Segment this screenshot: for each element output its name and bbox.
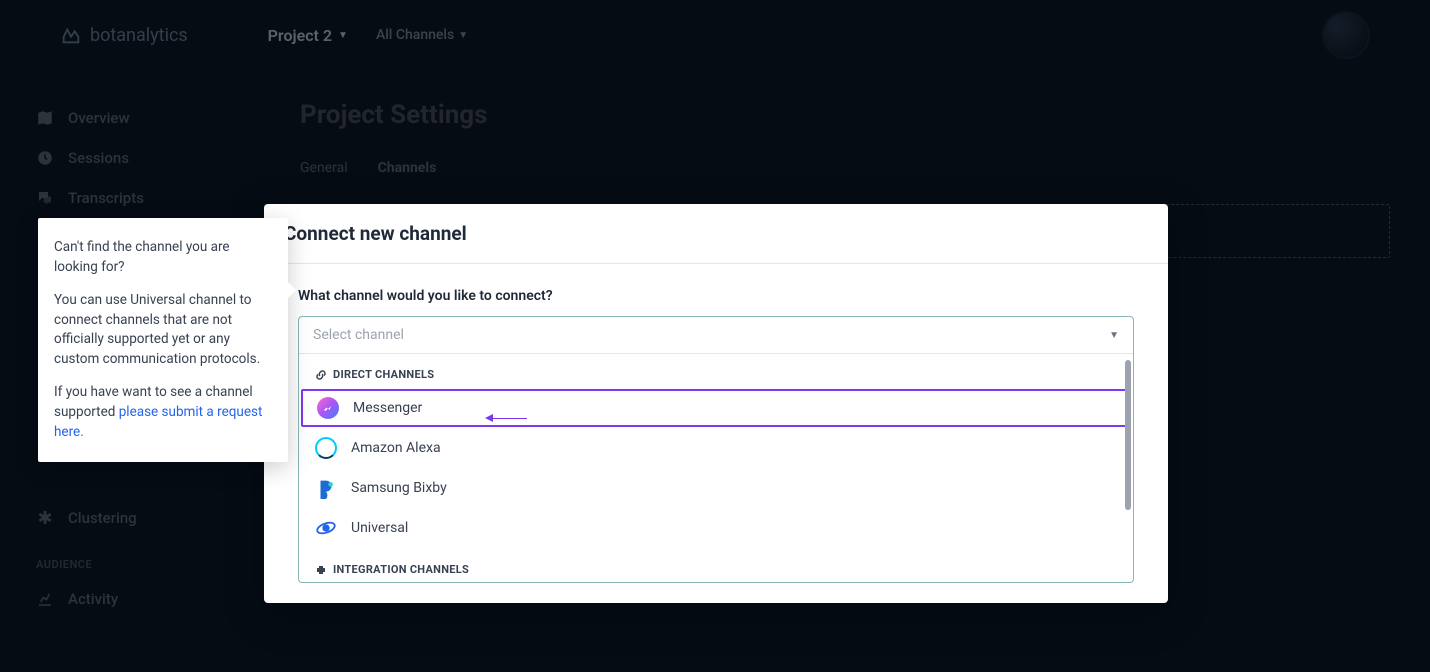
select-placeholder: Select channel (313, 327, 404, 343)
modal-body: What channel would you like to connect? … (264, 264, 1168, 603)
option-bixby[interactable]: Samsung Bixby (299, 469, 1133, 507)
tooltip-p1: Can't find the channel you are looking f… (54, 238, 272, 277)
modal-title: Connect new channel (284, 222, 1148, 245)
select-input[interactable]: Select channel ▼ (299, 317, 1133, 353)
option-label: Amazon Alexa (351, 440, 441, 456)
connect-channel-modal: Connect new channel What channel would y… (264, 204, 1168, 603)
option-label: Messenger (353, 400, 422, 416)
channel-select[interactable]: Select channel ▼ DIRECT CHANNELS Messeng… (298, 316, 1134, 583)
messenger-icon (317, 397, 339, 419)
bixby-icon (315, 477, 337, 499)
tooltip-p3: If you have want to see a channel suppor… (54, 383, 272, 442)
arrow-left-icon (485, 414, 493, 422)
group-direct: DIRECT CHANNELS (299, 354, 1133, 387)
info-tooltip: Can't find the channel you are looking f… (38, 218, 288, 462)
tooltip-pointer-icon (288, 282, 296, 298)
option-label: Samsung Bixby (351, 480, 447, 496)
option-universal[interactable]: Universal (299, 509, 1133, 547)
group-integration: INTEGRATION CHANNELS (299, 549, 1133, 582)
universal-icon (315, 517, 337, 539)
option-messenger[interactable]: Messenger (301, 389, 1131, 427)
option-alexa[interactable]: Amazon Alexa (299, 429, 1133, 467)
chevron-down-icon: ▼ (1109, 330, 1119, 341)
question-label: What channel would you like to connect? (298, 288, 1134, 304)
scrollbar[interactable] (1125, 360, 1131, 510)
modal-header: Connect new channel (264, 204, 1168, 264)
arrow-annotation (485, 414, 527, 422)
dropdown-panel: DIRECT CHANNELS Messenger Amazon Alexa S… (299, 353, 1133, 582)
tooltip-p2: You can use Universal channel to connect… (54, 291, 272, 369)
alexa-icon (315, 437, 337, 459)
link-icon (315, 369, 327, 381)
option-label: Universal (351, 520, 408, 536)
puzzle-icon (315, 564, 327, 576)
